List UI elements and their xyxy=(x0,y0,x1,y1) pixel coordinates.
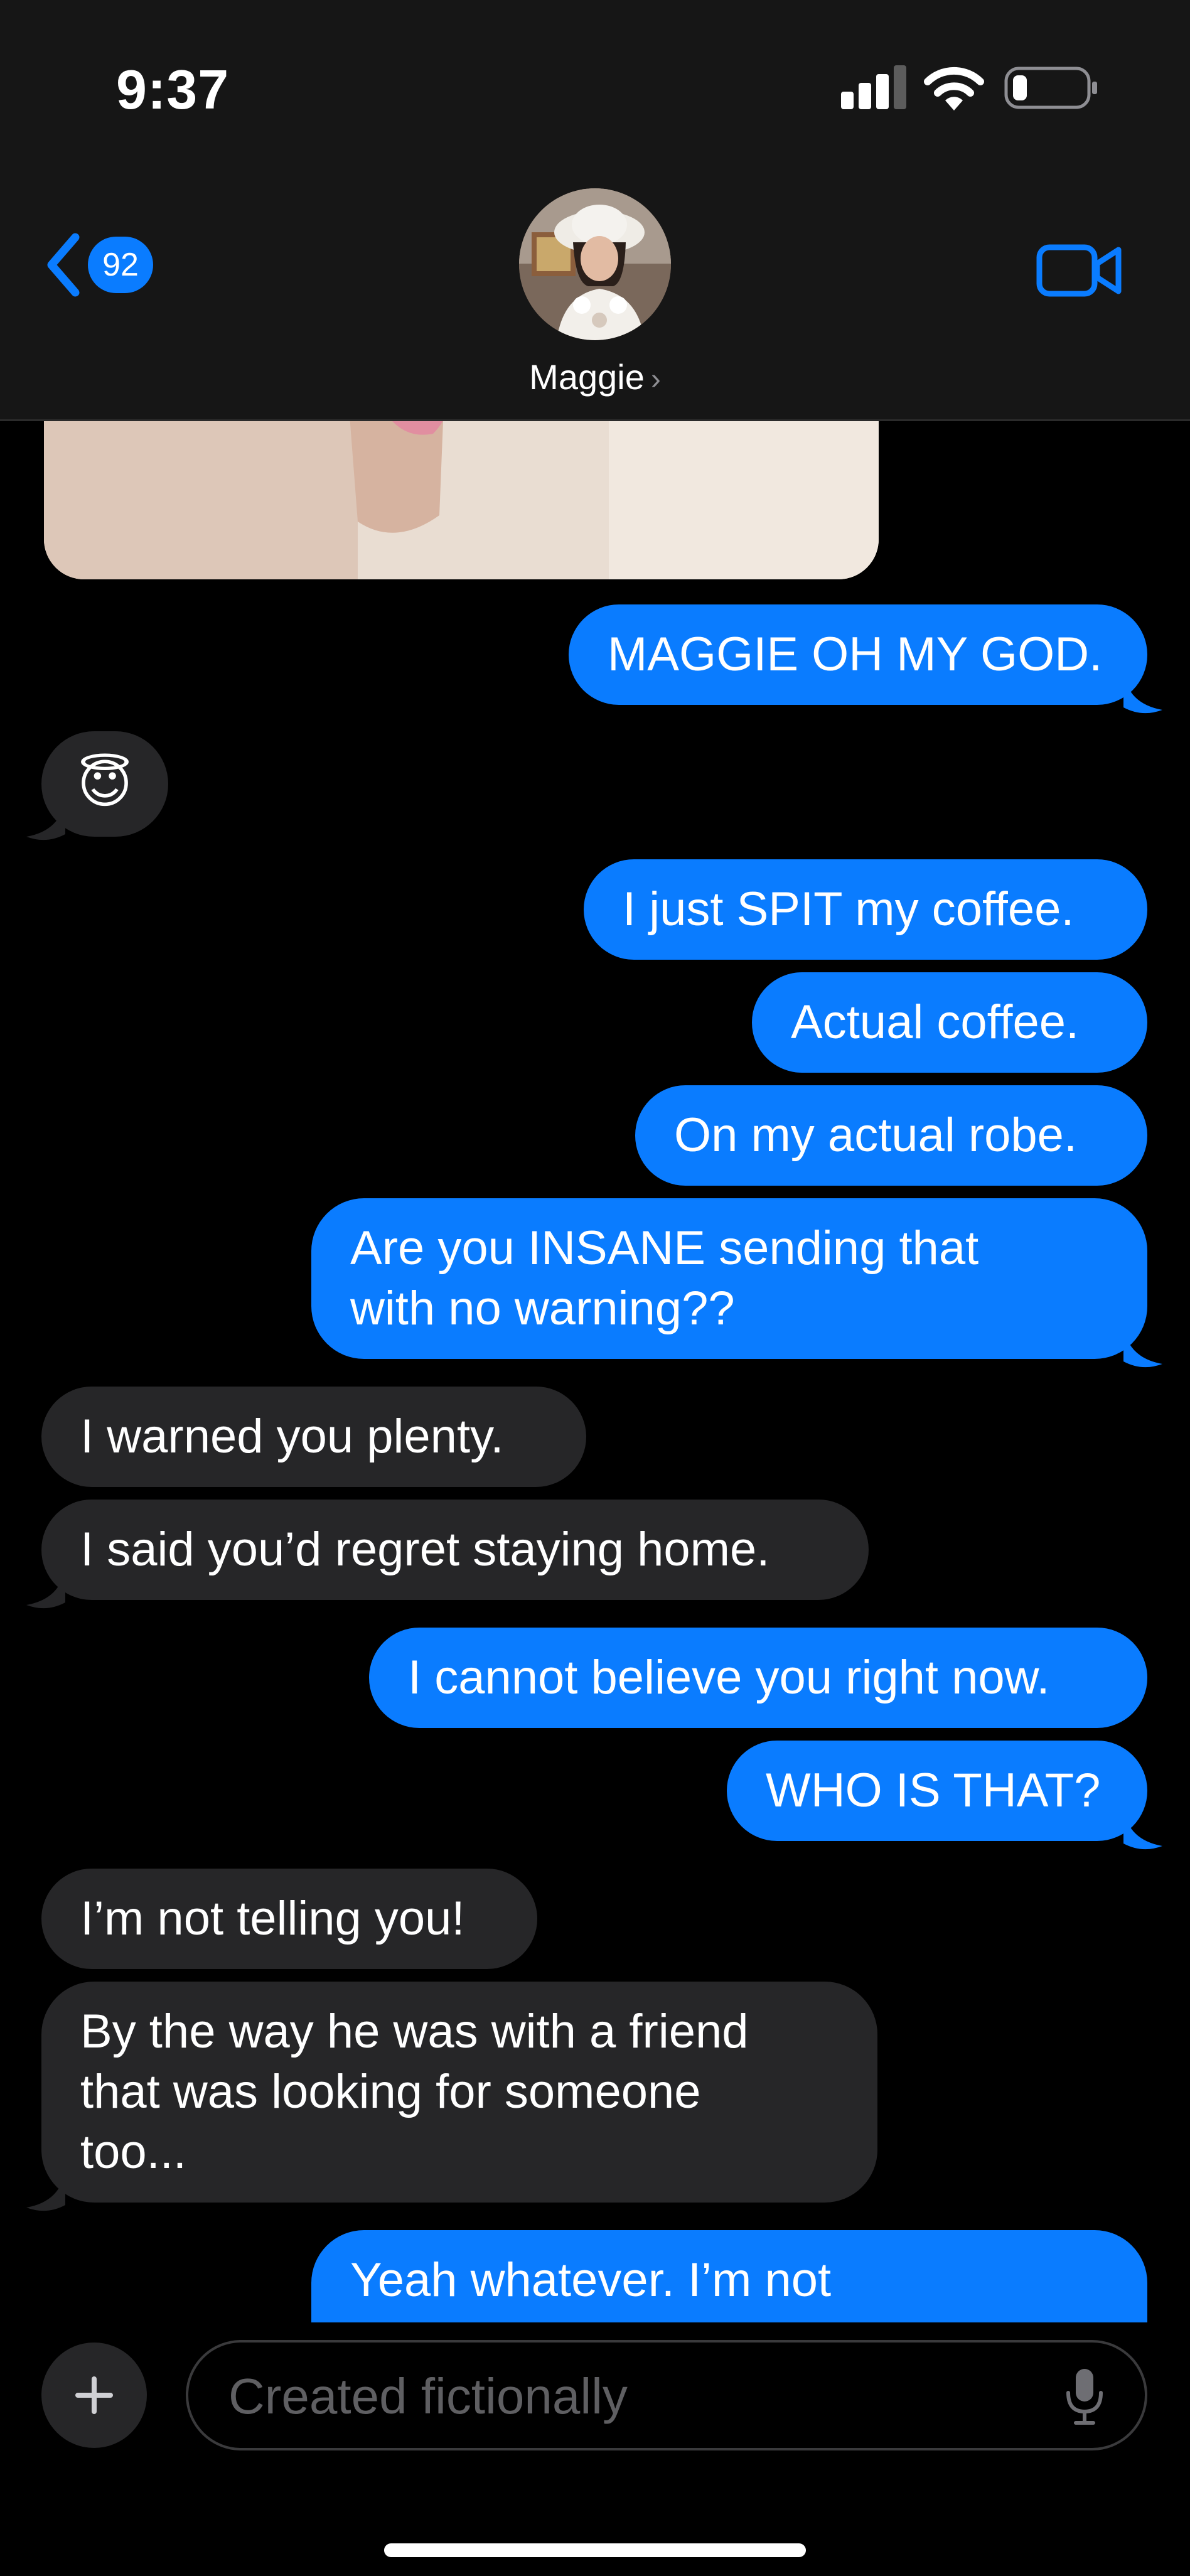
sent-message[interactable]: MAGGIE OH MY GOD. xyxy=(569,604,1147,705)
received-message[interactable]: By the way he was with a friend that was… xyxy=(41,1982,877,2203)
plus-icon xyxy=(75,2376,113,2414)
sent-message[interactable]: Are you INSANE sending that with no warn… xyxy=(311,1198,1147,1359)
battery-icon xyxy=(1004,67,1097,109)
bubble-tail xyxy=(1123,1807,1162,1850)
contact-name-label[interactable]: Maggie › xyxy=(0,357,1190,397)
sent-message[interactable]: On my actual robe. xyxy=(635,1085,1147,1186)
chevron-left-icon xyxy=(47,233,80,297)
cellular-signal-icon xyxy=(841,65,906,109)
sent-message[interactable]: Yeah whatever. I’m not xyxy=(311,2230,1147,2323)
microphone-icon[interactable] xyxy=(1062,2366,1107,2427)
sent-message[interactable]: WHO IS THAT? xyxy=(727,1741,1147,1841)
conversation-header: 92 Maggie › xyxy=(0,163,1190,421)
received-message[interactable]: I’m not telling you! xyxy=(41,1869,537,1969)
bubble-tail xyxy=(1123,1325,1162,1368)
emoji-innocent: 😇 xyxy=(77,754,132,813)
image-attachment[interactable] xyxy=(44,421,879,579)
bubble-tail xyxy=(26,2169,65,2211)
message-input-placeholder: Created fictionally xyxy=(228,2368,628,2424)
chevron-right-icon: › xyxy=(650,363,661,396)
back-button[interactable]: 92 xyxy=(44,232,153,298)
status-bar: 9:37 xyxy=(0,0,1190,163)
sent-message[interactable]: Actual coffee. xyxy=(752,972,1147,1073)
received-message[interactable]: I said you’d regret staying home. xyxy=(41,1500,869,1600)
unread-count-badge: 92 xyxy=(88,237,153,293)
compose-bar: Created fictionally xyxy=(0,2322,1190,2576)
message-input[interactable]: Created fictionally xyxy=(186,2340,1147,2450)
video-camera-icon[interactable] xyxy=(1036,239,1123,301)
sent-message[interactable]: I cannot believe you right now. xyxy=(369,1628,1147,1728)
bubble-tail xyxy=(1123,671,1162,714)
plus-button[interactable] xyxy=(41,2343,147,2448)
avatar-photo xyxy=(519,188,671,340)
received-message[interactable]: I warned you plenty. xyxy=(41,1387,586,1487)
message-thread[interactable]: MAGGIE OH MY GOD. 😇 I just SPIT my coffe… xyxy=(0,421,1190,2323)
bubble-tail xyxy=(26,1566,65,1609)
bubble-tail xyxy=(26,798,65,840)
sent-message[interactable]: I just SPIT my coffee. xyxy=(584,859,1147,960)
wifi-icon xyxy=(924,67,984,110)
photo-content xyxy=(44,421,879,579)
contact-name: Maggie xyxy=(529,357,645,397)
contact-avatar[interactable] xyxy=(519,188,671,340)
home-indicator[interactable] xyxy=(384,2543,806,2557)
status-time: 9:37 xyxy=(116,58,230,121)
